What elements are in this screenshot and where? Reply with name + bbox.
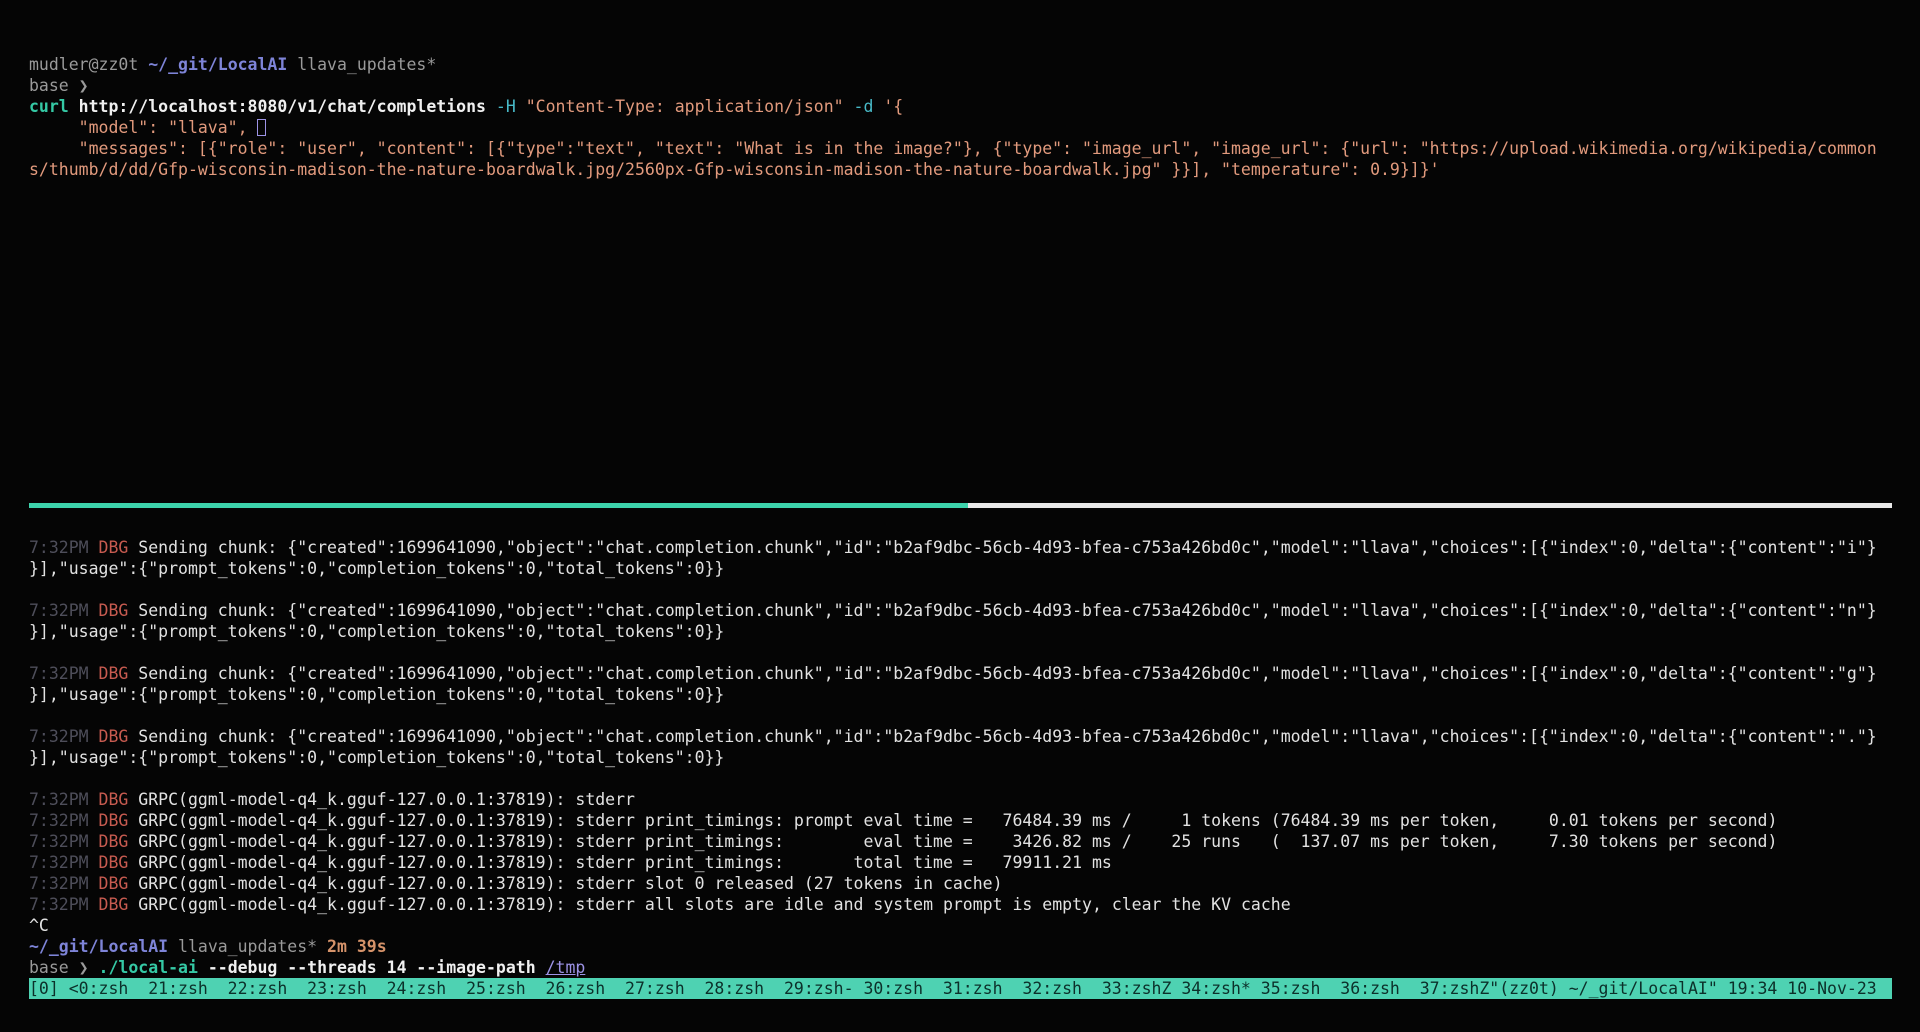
terminal-screen[interactable]: mudler@zz0t ~/_git/LocalAI llava_updates…	[0, 0, 1920, 1032]
terminal-cursor	[257, 119, 266, 136]
text-segment: 7:32PM	[29, 727, 99, 746]
text-segment: Sending chunk: {"created":1699641090,"ob…	[138, 664, 1876, 683]
text-segment: '{	[883, 97, 903, 116]
text-segment: }],"usage":{"prompt_tokens":0,"completio…	[29, 622, 724, 641]
log-line: }],"usage":{"prompt_tokens":0,"completio…	[29, 558, 1920, 579]
command-line: "model": "llava",	[29, 117, 1920, 138]
text-segment: llava_updates*	[287, 55, 436, 74]
text-segment	[516, 97, 526, 116]
text-segment: Sending chunk: {"created":1699641090,"ob…	[138, 727, 1876, 746]
text-segment: base	[29, 76, 79, 95]
text-segment: GRPC(ggml-model-q4_k.gguf-127.0.0.1:3781…	[138, 853, 1112, 872]
log-line: }],"usage":{"prompt_tokens":0,"completio…	[29, 621, 1920, 642]
text-segment: GRPC(ggml-model-q4_k.gguf-127.0.0.1:3781…	[138, 895, 1290, 914]
log-line: }],"usage":{"prompt_tokens":0,"completio…	[29, 747, 1920, 768]
text-segment: 7:32PM	[29, 832, 99, 851]
text-segment: DBG	[99, 727, 139, 746]
blank-lines	[29, 768, 30, 789]
text-segment: DBG	[99, 895, 139, 914]
text-segment: GRPC(ggml-model-q4_k.gguf-127.0.0.1:3781…	[138, 874, 1002, 893]
text-segment: 2m 39s	[327, 937, 387, 956]
text-segment: DBG	[99, 664, 139, 683]
text-segment: }],"usage":{"prompt_tokens":0,"completio…	[29, 748, 724, 767]
text-segment: 7:32PM	[29, 664, 99, 683]
prompt-line: ~/_git/LocalAI llava_updates* 2m 39s	[29, 936, 1920, 957]
text-segment: DBG	[99, 874, 139, 893]
text-segment: }],"usage":{"prompt_tokens":0,"completio…	[29, 685, 724, 704]
log-line: ^C	[29, 915, 1920, 936]
log-line: 7:32PM DBG Sending chunk: {"created":169…	[29, 726, 1920, 747]
blank-lines	[29, 642, 30, 663]
blank-lines	[29, 579, 30, 600]
command-line: s/thumb/d/dd/Gfp-wisconsin-madison-the-n…	[29, 159, 1920, 180]
text-segment: DBG	[99, 790, 139, 809]
text-segment: ^C	[29, 916, 49, 935]
log-line: 7:32PM DBG GRPC(ggml-model-q4_k.gguf-127…	[29, 894, 1920, 915]
text-segment: GRPC(ggml-model-q4_k.gguf-127.0.0.1:3781…	[138, 811, 1777, 830]
text-segment: curl	[29, 97, 79, 116]
text-segment: --debug --threads 14 --image-path	[198, 958, 546, 977]
text-segment: -H	[496, 97, 516, 116]
blank-lines	[29, 705, 30, 726]
blank-lines	[29, 516, 30, 537]
text-segment: "Content-Type: application/json"	[526, 97, 844, 116]
text-segment: 7:32PM	[29, 601, 99, 620]
text-segment: GRPC(ggml-model-q4_k.gguf-127.0.0.1:3781…	[138, 832, 1777, 851]
pane-divider	[29, 495, 1892, 516]
text-segment: DBG	[99, 601, 139, 620]
pane-divider-active-segment	[29, 503, 968, 508]
text-segment: DBG	[99, 538, 139, 557]
log-line: }],"usage":{"prompt_tokens":0,"completio…	[29, 684, 1920, 705]
command-line: curl http://localhost:8080/v1/chat/compl…	[29, 96, 1920, 117]
tmux-status-bar: [0] <0:zsh 21:zsh 22:zsh 23:zsh 24:zsh 2…	[29, 978, 1892, 999]
text-segment: ❯	[79, 958, 99, 977]
log-line: 7:32PM DBG Sending chunk: {"created":169…	[29, 663, 1920, 684]
prompt-line: mudler@zz0t ~/_git/LocalAI llava_updates…	[29, 54, 1920, 75]
text-segment: 7:32PM	[29, 538, 99, 557]
text-segment: ~/_git/LocalAI	[29, 937, 168, 956]
text-segment: 7:32PM	[29, 853, 99, 872]
text-segment: base	[29, 958, 79, 977]
log-line: 7:32PM DBG Sending chunk: {"created":169…	[29, 600, 1920, 621]
text-segment: http://localhost:8080/v1/chat/completion…	[79, 97, 486, 116]
text-segment: ./local-ai	[99, 958, 198, 977]
text-segment: ~/_git/LocalAI	[148, 55, 287, 74]
log-line: 7:32PM DBG GRPC(ggml-model-q4_k.gguf-127…	[29, 852, 1920, 873]
text-segment: ❯	[79, 76, 89, 95]
tmux-window-list: [0] <0:zsh 21:zsh 22:zsh 23:zsh 24:zsh 2…	[29, 978, 1489, 999]
text-segment	[844, 97, 854, 116]
text-segment: }],"usage":{"prompt_tokens":0,"completio…	[29, 559, 724, 578]
text-segment: GRPC(ggml-model-q4_k.gguf-127.0.0.1:3781…	[138, 790, 635, 809]
command-line: "messages": [{"role": "user", "content":…	[29, 138, 1920, 159]
text-segment: "model": "llava",	[29, 118, 257, 137]
log-line: 7:32PM DBG Sending chunk: {"created":169…	[29, 537, 1920, 558]
text-segment: /tmp	[546, 958, 586, 977]
text-segment: Sending chunk: {"created":1699641090,"ob…	[138, 538, 1876, 557]
prompt-line: base ❯	[29, 75, 1920, 96]
text-segment: mudler@zz0t	[29, 55, 148, 74]
text-segment: llava_updates*	[168, 937, 327, 956]
text-segment: DBG	[99, 811, 139, 830]
tmux-session-info: "(zz0t) ~/_git/LocalAI" 19:34 10-Nov-23	[1489, 978, 1876, 999]
text-segment: "messages": [{"role": "user", "content":…	[29, 139, 1877, 158]
text-segment	[486, 97, 496, 116]
log-line: 7:32PM DBG GRPC(ggml-model-q4_k.gguf-127…	[29, 873, 1920, 894]
log-line: 7:32PM DBG GRPC(ggml-model-q4_k.gguf-127…	[29, 789, 1920, 810]
command-line: base ❯ ./local-ai --debug --threads 14 -…	[29, 957, 1920, 978]
log-line: 7:32PM DBG GRPC(ggml-model-q4_k.gguf-127…	[29, 831, 1920, 852]
log-line: 7:32PM DBG GRPC(ggml-model-q4_k.gguf-127…	[29, 810, 1920, 831]
text-segment: DBG	[99, 853, 139, 872]
text-segment	[873, 97, 883, 116]
terminal-lines: mudler@zz0t ~/_git/LocalAI llava_updates…	[29, 54, 1920, 978]
pane-divider-inactive-segment	[968, 503, 1892, 508]
text-segment: Sending chunk: {"created":1699641090,"ob…	[138, 601, 1876, 620]
text-segment: 7:32PM	[29, 874, 99, 893]
text-segment: 7:32PM	[29, 790, 99, 809]
text-segment: 7:32PM	[29, 811, 99, 830]
text-segment: DBG	[99, 832, 139, 851]
text-segment: -d	[854, 97, 874, 116]
text-segment: 7:32PM	[29, 895, 99, 914]
text-segment: s/thumb/d/dd/Gfp-wisconsin-madison-the-n…	[29, 160, 1440, 179]
blank-lines	[29, 180, 30, 495]
